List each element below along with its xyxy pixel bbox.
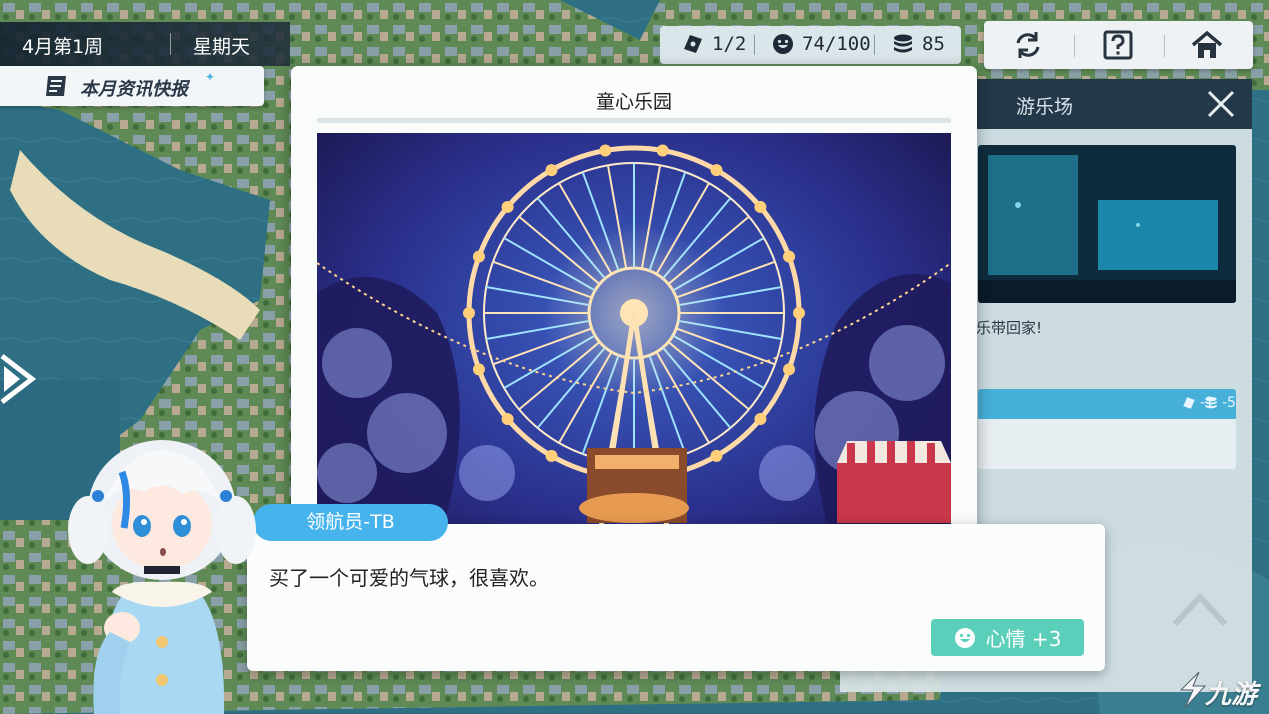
ticket-count: 1/2	[712, 33, 747, 55]
monthly-news-button[interactable]: 本月资讯快报 ✦	[0, 66, 264, 106]
newspaper-icon	[46, 76, 66, 96]
watermark-text: 九游	[1205, 680, 1258, 710]
close-icon[interactable]	[1206, 89, 1236, 119]
button-divider	[1164, 35, 1165, 57]
resource-divider	[874, 35, 875, 55]
coin-stack-icon	[1205, 396, 1217, 409]
date-bar: 4月第1周 星期天	[0, 22, 290, 66]
side-panel-description: 乐带回家!	[976, 319, 1043, 337]
coin-cost-value: -5	[1222, 395, 1236, 411]
coin-count: 85	[922, 33, 945, 55]
weekday-label: 星期天	[193, 36, 251, 58]
navigator-character-portrait	[68, 440, 256, 714]
mood-resource: 74/100	[772, 33, 871, 55]
side-panel-title: 游乐场	[1016, 96, 1074, 118]
help-button[interactable]	[1101, 29, 1135, 61]
nine-game-logo-icon	[1179, 671, 1207, 709]
side-option-card[interactable]: -1 -5	[978, 389, 1236, 469]
smiley-icon	[954, 627, 975, 648]
resource-divider	[754, 35, 755, 55]
monthly-news-label: 本月资讯快报	[80, 79, 188, 100]
chevron-up-icon	[1172, 592, 1228, 627]
title-divider	[317, 118, 951, 123]
top-button-group	[984, 21, 1253, 69]
mood-value: 74/100	[802, 33, 871, 55]
speaker-name-tag: 领航员-TB	[253, 504, 448, 541]
mood-reward-label: 心情 +3	[985, 627, 1062, 651]
refresh-button[interactable]	[1011, 29, 1045, 61]
sparkle-icon: ✦	[205, 70, 216, 84]
week-label: 4月第1周	[22, 36, 104, 58]
ticket-resource: 1/2	[682, 33, 746, 55]
dialogue-box[interactable]: 买了一个可爱的气球，很喜欢。 心情 +3	[247, 524, 1105, 671]
expand-left-arrow[interactable]	[0, 348, 38, 410]
resource-bar: 1/2 74/100 85	[660, 26, 961, 64]
mood-reward-badge: 心情 +3	[931, 619, 1084, 656]
ticket-icon	[684, 35, 702, 53]
refresh-icon	[1016, 32, 1040, 58]
smiley-icon	[773, 34, 793, 54]
coin-cost: -5	[1204, 395, 1236, 411]
home-icon	[1191, 30, 1223, 58]
watermark-logo: 九游	[1175, 668, 1269, 712]
coin-stack-icon	[894, 34, 912, 53]
button-divider	[1074, 35, 1075, 57]
home-button[interactable]	[1190, 29, 1224, 61]
help-icon	[1103, 30, 1133, 60]
ticket-icon	[1183, 397, 1195, 409]
aquarium-image	[978, 145, 1236, 303]
coin-resource: 85	[892, 33, 945, 55]
event-card-title: 童心乐园	[595, 91, 672, 113]
side-option-header: -1 -5	[978, 389, 1236, 419]
date-divider	[170, 33, 171, 55]
dialogue-text: 买了一个可爱的气球，很喜欢。	[269, 566, 549, 590]
